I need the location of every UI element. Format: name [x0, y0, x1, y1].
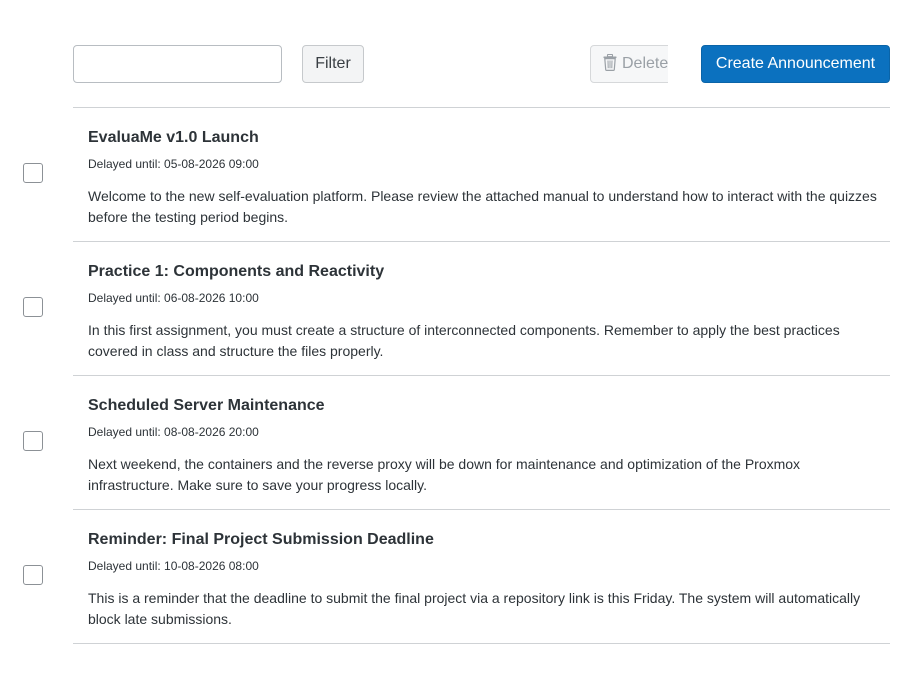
delete-button-label: Delete — [622, 55, 668, 72]
announcement-body: Welcome to the new self-evaluation platf… — [88, 188, 877, 225]
announcement-item: EvaluaMe v1.0 Launch Delayed until: 05-0… — [0, 107, 912, 241]
announcement-delayed-until: Delayed until: 06-08-2026 10:00 — [88, 291, 259, 305]
create-announcement-button[interactable]: Create Announcement — [701, 45, 890, 83]
filter-button[interactable]: Filter — [302, 45, 364, 83]
announcement-title: Practice 1: Components and Reactivity — [88, 263, 385, 280]
announcement-delayed-until: Delayed until: 08-08-2026 20:00 — [88, 425, 259, 439]
announcement-item: Practice 1: Components and Reactivity De… — [0, 241, 912, 375]
announcement-checkbox[interactable] — [23, 163, 43, 183]
announcement-checkbox[interactable] — [23, 297, 43, 317]
announcement-title: Scheduled Server Maintenance — [88, 397, 325, 414]
list-divider — [73, 643, 890, 644]
announcement-item: Reminder: Final Project Submission Deadl… — [0, 509, 912, 643]
announcement-body: This is a reminder that the deadline to … — [88, 590, 861, 627]
announcement-delayed-until: Delayed until: 05-08-2026 09:00 — [88, 157, 259, 171]
announcement-title: Reminder: Final Project Submission Deadl… — [88, 531, 434, 548]
announcement-list: EvaluaMe v1.0 Launch Delayed until: 05-0… — [0, 107, 912, 644]
filter-input[interactable] — [73, 45, 282, 83]
announcement-title: EvaluaMe v1.0 Launch — [88, 129, 259, 146]
announcement-item: Scheduled Server Maintenance Delayed unt… — [0, 375, 912, 509]
announcements-page: Filter Delete Create Announcement Evalua… — [0, 0, 912, 682]
announcement-checkbox[interactable] — [23, 431, 43, 451]
announcement-body: Next weekend, the containers and the rev… — [88, 456, 801, 493]
trash-icon — [603, 54, 617, 71]
announcement-checkbox[interactable] — [23, 565, 43, 585]
delete-button[interactable]: Delete — [590, 45, 668, 83]
toolbar: Filter Delete Create Announcement — [0, 0, 912, 108]
delete-button-container: Delete — [590, 45, 668, 83]
announcement-body: In this first assignment, you must creat… — [88, 322, 840, 359]
announcement-delayed-until: Delayed until: 10-08-2026 08:00 — [88, 559, 259, 573]
